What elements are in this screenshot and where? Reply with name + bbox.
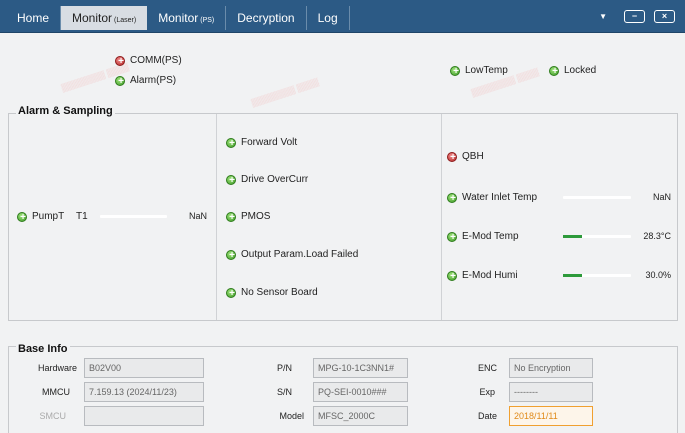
- tab-sublabel: (PS): [200, 17, 215, 24]
- alarm-ps-indicator: Alarm(PS): [115, 75, 177, 88]
- date-field[interactable]: 2018/11/11: [509, 406, 593, 426]
- mmcu-field: 7.159.13 (2024/11/23): [84, 382, 204, 402]
- minimize-button[interactable]: −: [624, 10, 645, 23]
- sn-label: S/N: [276, 387, 292, 397]
- emod-humi-bar: [563, 274, 631, 277]
- tab-label: Monitor: [72, 11, 113, 25]
- tab-label: Decryption: [237, 11, 295, 25]
- smcu-label: SMCU: [39, 411, 67, 421]
- sn-field: PQ-SEI-0010###: [313, 382, 408, 402]
- hardware-field: B02V00: [84, 358, 204, 378]
- exp-label: Exp: [479, 387, 495, 397]
- comm-ps-indicator: COMM(PS): [115, 55, 182, 68]
- indicator-label: LowTemp: [465, 65, 508, 76]
- base-info-title: Base Info: [16, 343, 70, 355]
- model-label: Model: [279, 411, 304, 421]
- tab-monitor-ps[interactable]: Monitor (PS): [147, 6, 227, 30]
- exp-field: --------: [509, 382, 593, 402]
- output-param-indicator: Output Param.Load Failed: [226, 249, 359, 262]
- indicator-label: Forward Volt: [241, 137, 298, 148]
- emod-humi-value: 30.0%: [645, 270, 671, 280]
- emod-temp-value: 28.3°C: [643, 231, 671, 241]
- no-sensor-board-indicator: No Sensor Board: [226, 287, 318, 300]
- dropdown-arrow-icon[interactable]: ▼: [599, 12, 607, 21]
- indicator-label: Locked: [564, 65, 597, 76]
- pn-label: P/N: [276, 363, 292, 373]
- alarm-sampling-title: Alarm & Sampling: [16, 105, 115, 117]
- date-label: Date: [477, 411, 497, 421]
- qbh-indicator: QBH: [447, 151, 484, 164]
- forward-volt-indicator: Forward Volt: [226, 137, 298, 150]
- hardware-label: Hardware: [37, 363, 77, 373]
- indicator-label: PumpT: [32, 211, 65, 222]
- tab-sublabel: (Laser): [114, 17, 137, 24]
- status-led-icon: [226, 249, 237, 262]
- tab-label: Home: [17, 11, 50, 25]
- tab-log[interactable]: Log: [307, 6, 350, 30]
- indicator-label: E-Mod Temp: [462, 231, 519, 242]
- emod-temp-bar: [563, 235, 631, 238]
- status-led-icon: [226, 211, 237, 224]
- indicator-label: Drive OverCurr: [241, 174, 309, 185]
- low-temp-indicator: LowTemp: [450, 65, 508, 78]
- status-led-icon: [447, 192, 458, 205]
- indicator-label: COMM(PS): [130, 55, 182, 66]
- status-led-icon: [549, 65, 560, 78]
- tab-bar: Home Monitor (Laser) Monitor (PS) Decrypti…: [0, 0, 685, 33]
- watermark-graphic: ▒▒▒▒▒▒▒▒ ▒▒▒▒: [250, 77, 320, 108]
- indicator-label: E-Mod Humi: [462, 270, 518, 281]
- close-button[interactable]: ×: [654, 10, 675, 23]
- pumpt-value: NaN: [188, 211, 207, 221]
- monitor-laser-panel: ▒▒▒▒▒▒▒▒ ▒▒▒▒ ▒▒▒▒▒▒▒▒ ▒▒▒▒ ▒▒▒▒▒▒▒▒ ▒▒▒…: [0, 33, 685, 433]
- status-led-icon: [226, 174, 237, 187]
- pmos-indicator: PMOS: [226, 211, 271, 224]
- bar-fill: [563, 274, 583, 277]
- pumpt-indicator: PumpT: [17, 211, 65, 224]
- tab-monitor-laser[interactable]: Monitor (Laser): [61, 6, 148, 30]
- indicator-label: Water Inlet Temp: [462, 192, 538, 203]
- pumpt-bar: [100, 215, 167, 218]
- status-led-icon: [450, 65, 461, 78]
- locked-indicator: Locked: [549, 65, 597, 78]
- status-led-icon: [447, 270, 458, 283]
- tab-label: Monitor: [158, 11, 199, 25]
- smcu-field: [84, 406, 204, 426]
- mmcu-label: MMCU: [42, 387, 70, 397]
- indicator-label: Alarm(PS): [130, 75, 177, 86]
- column-divider: [441, 114, 442, 320]
- status-led-icon: [226, 137, 237, 150]
- indicator-label: QBH: [462, 151, 484, 162]
- pn-field: MPG-10-1C3NN1#: [313, 358, 408, 378]
- water-inlet-temp-indicator: Water Inlet Temp: [447, 192, 538, 205]
- status-led-icon: [17, 211, 28, 224]
- enc-field: No Encryption: [509, 358, 593, 378]
- window-controls: ▼ − ×: [599, 10, 675, 23]
- pumpt-channel-label: T1: [76, 211, 88, 222]
- tab-decryption[interactable]: Decryption: [226, 6, 307, 30]
- status-led-icon: [447, 151, 458, 164]
- enc-label: ENC: [477, 363, 497, 373]
- column-divider: [216, 114, 217, 320]
- indicator-label: No Sensor Board: [241, 287, 318, 298]
- emod-humi-indicator: E-Mod Humi: [447, 270, 518, 283]
- emod-temp-indicator: E-Mod Temp: [447, 231, 519, 244]
- alarm-sampling-group: PumpT T1 NaN Forward Volt Drive OverCurr…: [8, 113, 678, 321]
- status-led-icon: [115, 75, 126, 88]
- model-field: MFSC_2000C: [313, 406, 408, 426]
- tab-label: Log: [317, 11, 338, 25]
- water-inlet-temp-bar: [563, 196, 631, 199]
- drive-overcurr-indicator: Drive OverCurr: [226, 174, 309, 187]
- status-led-icon: [115, 55, 126, 68]
- bar-fill: [563, 235, 583, 238]
- status-led-icon: [447, 231, 458, 244]
- water-inlet-temp-value: NaN: [652, 192, 671, 202]
- indicator-label: Output Param.Load Failed: [241, 249, 359, 260]
- indicator-label: PMOS: [241, 211, 271, 222]
- tab-home[interactable]: Home: [6, 6, 62, 30]
- tab-list: Home Monitor (Laser) Monitor (PS) Decrypti…: [6, 6, 350, 30]
- status-led-icon: [226, 287, 237, 300]
